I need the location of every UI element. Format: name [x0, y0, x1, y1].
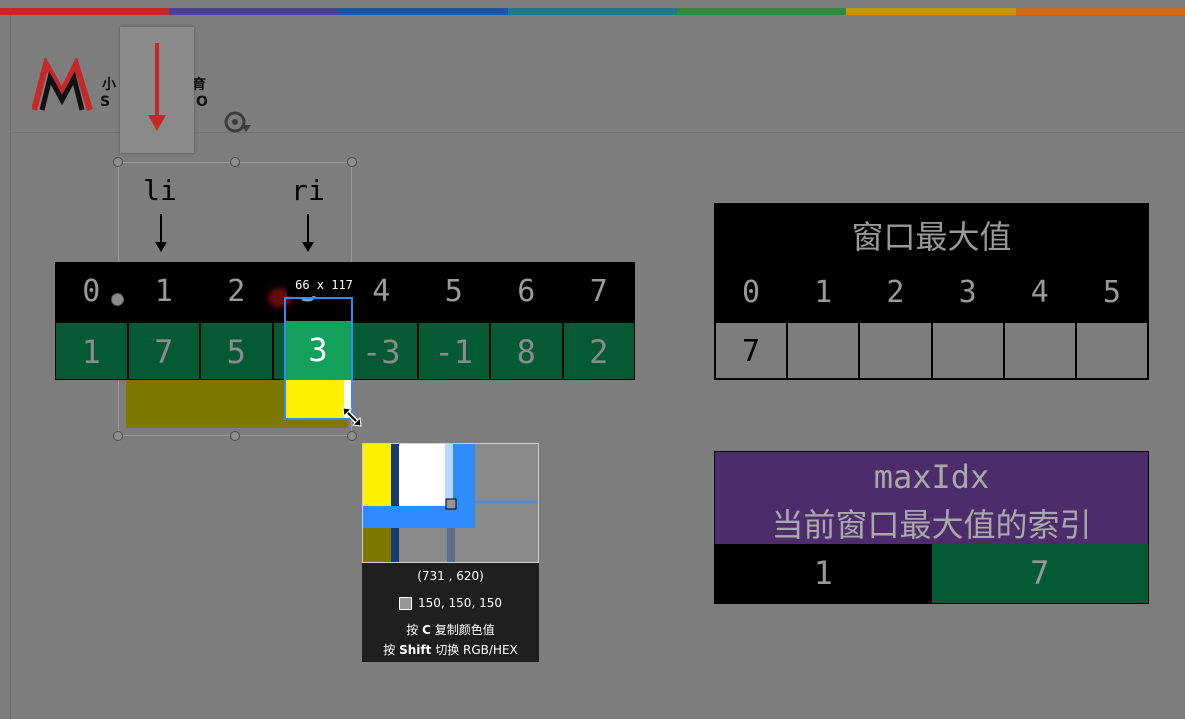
resize-cursor-icon [342, 407, 362, 427]
window-max-value [931, 322, 1004, 379]
color-swatch [399, 596, 412, 610]
toggle-format-hint: 按 Shift 切换 RGB/HEX [362, 641, 539, 658]
array-value: 8 [490, 322, 563, 380]
color-bar-segment [338, 8, 508, 15]
down-arrow-icon [302, 214, 314, 252]
capture-size-label: 66 x 117 [287, 274, 361, 296]
array-index: 7 [589, 274, 608, 309]
logo-text-bottom-left: S [100, 94, 111, 110]
logo-text-top-right: 育 [192, 77, 206, 93]
window-max-index: 3 [958, 275, 977, 310]
array-value: -1 [417, 322, 490, 380]
color-bar-segment [846, 8, 1016, 15]
array-value: 5 [200, 322, 273, 380]
max-idx-value-row: 1 7 [715, 544, 1148, 603]
color-bar-segment [507, 8, 678, 15]
max-idx-panel: maxIdx 当前窗口最大值的索引 1 7 [714, 451, 1149, 604]
array-value: 1 [55, 322, 128, 380]
top-color-bar [0, 8, 1185, 15]
array-value: 2 [562, 322, 635, 380]
pointer-ri-label: ri [291, 174, 325, 207]
hint-key: Shift [399, 643, 432, 657]
resize-handle[interactable] [230, 431, 240, 441]
window-max-value: 7 [715, 322, 788, 379]
array-index: 5 [444, 274, 463, 309]
array-index: 1 [154, 274, 173, 309]
hint-text: 切换 RGB/HEX [435, 643, 518, 657]
resize-handle[interactable] [113, 431, 123, 441]
color-bar-segment [0, 8, 170, 15]
max-idx-right-value: 7 [931, 544, 1148, 603]
max-idx-name: maxIdx [873, 458, 990, 496]
down-arrow-icon [155, 214, 167, 252]
logo-text-bottom-right: O [196, 94, 208, 110]
hint-text: 按 [406, 623, 419, 637]
array-index: 6 [517, 274, 536, 309]
magnified-preview [363, 444, 538, 562]
logo-text-top: 小 [102, 77, 116, 93]
color-picker-magnifier [362, 443, 539, 563]
screenshot-capture-region[interactable] [284, 297, 353, 420]
max-idx-header: maxIdx 当前窗口最大值的索引 [715, 452, 1148, 544]
array-value: 7 [127, 322, 200, 380]
down-arrow-card[interactable] [120, 27, 194, 153]
window-max-index: 5 [1102, 275, 1121, 310]
array-index: 0 [82, 274, 101, 309]
color-bar-segment [1015, 8, 1185, 15]
window-max-table: 窗口最大值 0 1 2 3 4 5 7 [714, 203, 1149, 380]
red-down-arrow-icon [148, 43, 166, 131]
color-bar-segment [677, 8, 847, 15]
resize-handle[interactable] [347, 157, 357, 167]
pointer-li-label: li [143, 174, 177, 207]
window-max-value [859, 322, 932, 379]
window-max-index: 4 [1030, 275, 1049, 310]
rotate-handle[interactable] [111, 293, 124, 306]
window-max-header: 窗口最大值 0 1 2 3 4 5 [715, 204, 1148, 322]
logo-mark-icon [31, 55, 93, 111]
window-max-value [787, 322, 860, 379]
color-bar-segment [169, 8, 339, 15]
window-max-index: 1 [814, 275, 833, 310]
array-value: -3 [345, 322, 418, 380]
window-max-value [1075, 322, 1149, 379]
array-index: 2 [227, 274, 246, 309]
resize-handle[interactable] [347, 431, 357, 441]
hint-key: C [422, 623, 431, 637]
window-max-index: 2 [886, 275, 905, 310]
hint-text: 按 [383, 643, 396, 657]
window-max-index-row: 0 1 2 3 4 5 [715, 264, 1148, 322]
window-max-index: 0 [742, 275, 761, 310]
hint-text: 复制颜色值 [434, 623, 495, 637]
color-value-row: 150, 150, 150 [362, 596, 539, 610]
window-max-value-row: 7 [715, 322, 1149, 379]
slide-left-edge [10, 15, 11, 719]
cursor-coordinates: (731 , 620) [417, 569, 484, 583]
window-max-value [1003, 322, 1076, 379]
max-idx-left-value: 1 [715, 544, 932, 603]
color-picker-info: (731 , 620) 150, 150, 150 按 C 复制颜色值 按 Sh… [362, 563, 539, 662]
copy-color-hint: 按 C 复制颜色值 [362, 621, 539, 638]
rotate-icon[interactable] [221, 107, 255, 137]
resize-handle[interactable] [230, 157, 240, 167]
window-max-title: 窗口最大值 [851, 218, 1012, 256]
rgb-value: 150, 150, 150 [418, 596, 502, 610]
resize-handle[interactable] [113, 157, 123, 167]
max-idx-description: 当前窗口最大值的索引 [771, 506, 1092, 544]
